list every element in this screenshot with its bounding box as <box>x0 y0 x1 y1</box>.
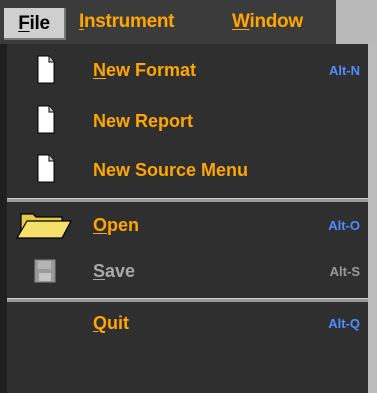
menu-file-rest: ile <box>29 13 51 34</box>
open-folder-icon <box>15 213 72 239</box>
menu-item-label: Save <box>93 248 135 295</box>
menu-item-new-format[interactable]: New Format Alt-N <box>7 45 368 96</box>
menu-window-accel: W <box>232 11 250 32</box>
file-menu-dropdown: New Format Alt-N New Report New Source M… <box>0 44 377 393</box>
new-document-icon <box>37 154 55 183</box>
accel-letter: S <box>93 261 106 281</box>
menubar-background-right <box>336 0 377 44</box>
menu-item-label: Open <box>93 202 139 248</box>
label-rest: pen <box>107 214 140 235</box>
label-rest: uit <box>107 313 130 333</box>
new-document-icon <box>37 55 55 84</box>
menu-item-new-report[interactable]: New Report <box>7 96 368 146</box>
menu-window[interactable]: Window <box>232 0 303 44</box>
new-document-icon <box>37 105 55 134</box>
menu-item-quit[interactable]: Quit Alt-Q <box>7 302 368 393</box>
floppy-disk-icon <box>34 259 56 283</box>
menu-bar: File Instrument Window <box>0 0 377 44</box>
shortcut-label: Alt-S <box>329 264 360 279</box>
menu-instrument-rest: nstrument <box>83 11 175 32</box>
menu-item-label: New Source Menu <box>93 160 249 180</box>
menu-file-accel: F <box>18 13 30 34</box>
menu-item-open[interactable]: Open Alt-O <box>7 202 368 248</box>
shortcut-label: Alt-O <box>328 217 360 233</box>
menu-item-label: New Format <box>93 45 196 96</box>
accel-letter: O <box>93 214 108 235</box>
menu-instrument[interactable]: Instrument <box>79 0 174 44</box>
label-rest: ave <box>105 261 136 281</box>
dropdown-right-bevel <box>368 44 377 393</box>
menu-window-rest: indow <box>249 11 303 32</box>
menu-item-save[interactable]: Save Alt-S <box>7 248 368 295</box>
accel-letter: Q <box>93 313 108 333</box>
accel-letter: N <box>93 60 106 80</box>
menu-item-label: New Report <box>93 110 194 131</box>
menu-item-new-source-menu[interactable]: New Source Menu <box>7 146 368 195</box>
dropdown-left-shadow <box>0 44 7 393</box>
menu-item-label: Quit <box>93 302 129 345</box>
label-rest: ew Format <box>106 60 197 80</box>
shortcut-label: Alt-Q <box>328 316 360 331</box>
shortcut-label: Alt-N <box>328 63 360 78</box>
menu-file[interactable]: File <box>4 8 66 40</box>
